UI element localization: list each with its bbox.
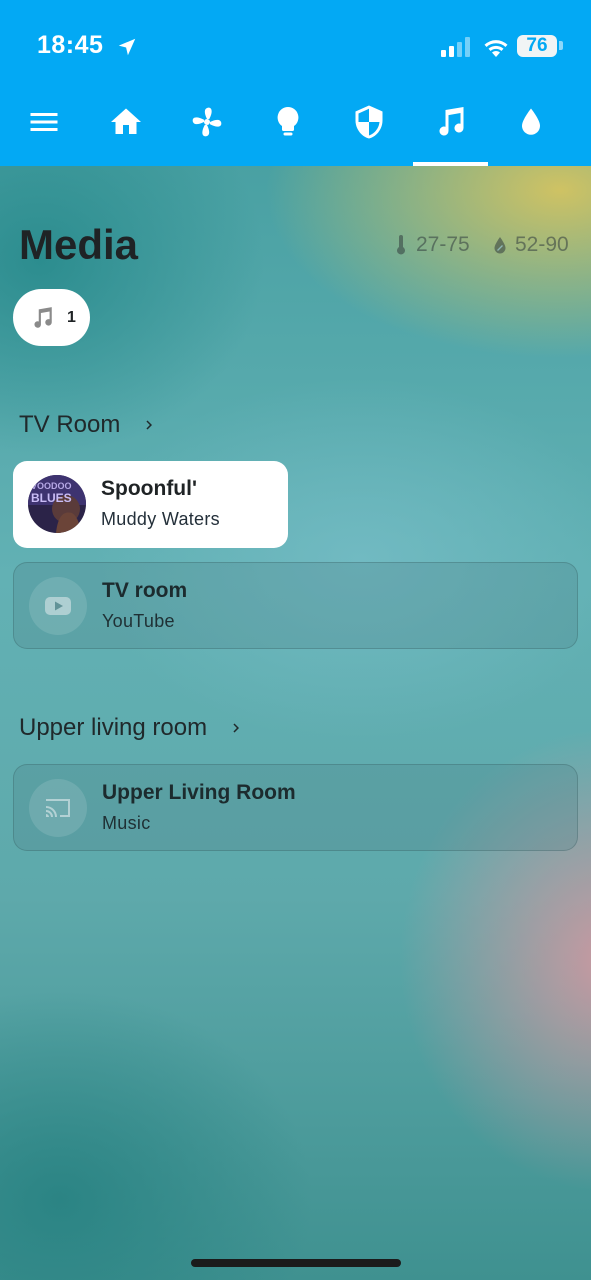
album-art: VOODOO BLUES [28, 475, 86, 533]
svg-text:BLUES: BLUES [31, 491, 72, 505]
media-filter-chip[interactable]: 1 [13, 289, 90, 346]
home-icon[interactable] [108, 104, 144, 140]
player-subtitle: YouTube [102, 611, 175, 631]
battery-level: 76 [526, 35, 548, 56]
music-icon [34, 306, 52, 328]
battery-tip [559, 41, 563, 50]
chevron-right-icon [146, 420, 153, 430]
player-subtitle: Muddy Waters [101, 509, 220, 529]
svg-text:VOODOO: VOODOO [31, 481, 72, 491]
page-title: Media [19, 221, 139, 268]
status-time: 18:45 [37, 31, 104, 59]
fan-icon[interactable] [189, 104, 225, 140]
humidity-range: 52-90 [515, 233, 569, 256]
lightbulb-icon[interactable] [270, 104, 306, 140]
media-player-card[interactable]: Upper Living Room Music [13, 764, 578, 851]
area-heading-upper-living-room[interactable]: Upper living room [19, 712, 245, 744]
signal-icon [441, 37, 470, 57]
shield-icon[interactable] [351, 104, 387, 140]
player-subtitle: Music [102, 813, 151, 833]
humidity-icon [494, 237, 506, 254]
area-name: TV Room [19, 411, 121, 438]
home-indicator[interactable] [191, 1259, 401, 1267]
water-drop-icon[interactable] [513, 104, 549, 140]
temperature-summary[interactable]: 27-75 [393, 232, 470, 258]
humidity-summary[interactable]: 52-90 [492, 232, 569, 258]
location-arrow-icon [118, 38, 136, 56]
menu-icon[interactable] [26, 104, 62, 140]
chevron-right-icon [233, 723, 240, 733]
media-player-card[interactable]: VOODOO BLUES Spoonful' Muddy Waters [13, 461, 288, 548]
player-title: Upper Living Room [102, 781, 296, 804]
area-name: Upper living room [19, 714, 208, 741]
wifi-icon [484, 40, 508, 57]
youtube-icon [29, 577, 87, 635]
battery-indicator: 76 [517, 35, 557, 57]
media-player-card[interactable]: TV room YouTube [13, 562, 578, 649]
active-tab-indicator [413, 162, 488, 166]
thermometer-icon [397, 235, 405, 255]
music-icon[interactable] [432, 104, 468, 140]
player-title: TV room [102, 579, 188, 602]
app-header: 18:45 76 [0, 0, 591, 166]
area-heading-tv-room[interactable]: TV Room [19, 409, 158, 441]
chip-count: 1 [67, 308, 76, 326]
player-title: Spoonful' [101, 477, 197, 500]
cast-icon [29, 779, 87, 837]
temperature-range: 27-75 [416, 233, 470, 256]
media-dashboard: Media 27-75 52-90 1 TV Room VOODOO BLUES… [0, 0, 591, 1280]
